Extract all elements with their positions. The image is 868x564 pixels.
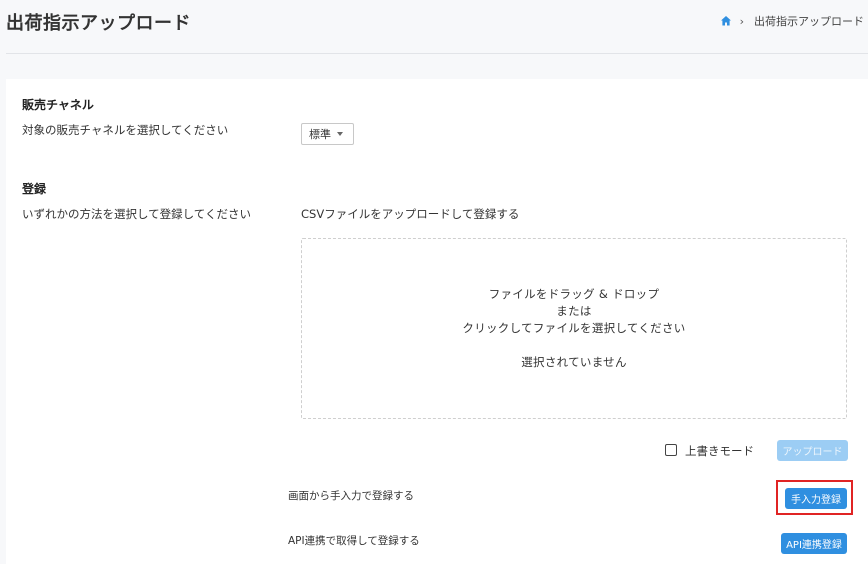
home-icon[interactable] [720,15,732,27]
sales-channel-description: 対象の販売チャネルを選択してください [22,123,229,137]
api-entry-text: API連携で取得して登録する [288,535,420,547]
overwrite-mode-label[interactable]: 上書きモード [685,443,754,459]
page-title: 出荷指示アップロード [6,13,191,34]
caret-down-icon [337,132,343,136]
breadcrumb: › 出荷指示アップロード [720,13,864,29]
header-divider [6,53,868,54]
sales-channel-select[interactable]: 標準 [301,123,354,145]
dropzone-click-text: クリックしてファイルを選択してください [462,321,686,335]
dropzone-status-text: 選択されていません [521,355,627,369]
upload-button[interactable]: アップロード [777,440,848,461]
register-title: 登録 [22,182,47,196]
overwrite-mode-checkbox[interactable] [665,444,677,456]
api-entry-button[interactable]: API連携登録 [781,533,847,554]
upload-card: 販売チャネル 対象の販売チャネルを選択してください 標準 登録 いずれかの方法を… [6,79,868,564]
breadcrumb-current: 出荷指示アップロード [754,15,864,28]
chevron-right-icon: › [739,14,744,28]
dropzone-drag-text: ファイルをドラッグ & ドロップ [488,287,660,301]
file-dropzone[interactable]: ファイルをドラッグ & ドロップ または クリックしてファイルを選択してください… [301,238,847,419]
dropzone-or-text: または [556,304,592,318]
csv-upload-heading: CSVファイルをアップロードして登録する [301,207,520,221]
sales-channel-title: 販売チャネル [22,98,94,112]
sales-channel-selected-value: 標準 [309,128,331,141]
manual-entry-button[interactable]: 手入力登録 [785,488,847,509]
register-description: いずれかの方法を選択して登録してください [22,207,251,221]
manual-entry-text: 画面から手入力で登録する [288,490,414,502]
